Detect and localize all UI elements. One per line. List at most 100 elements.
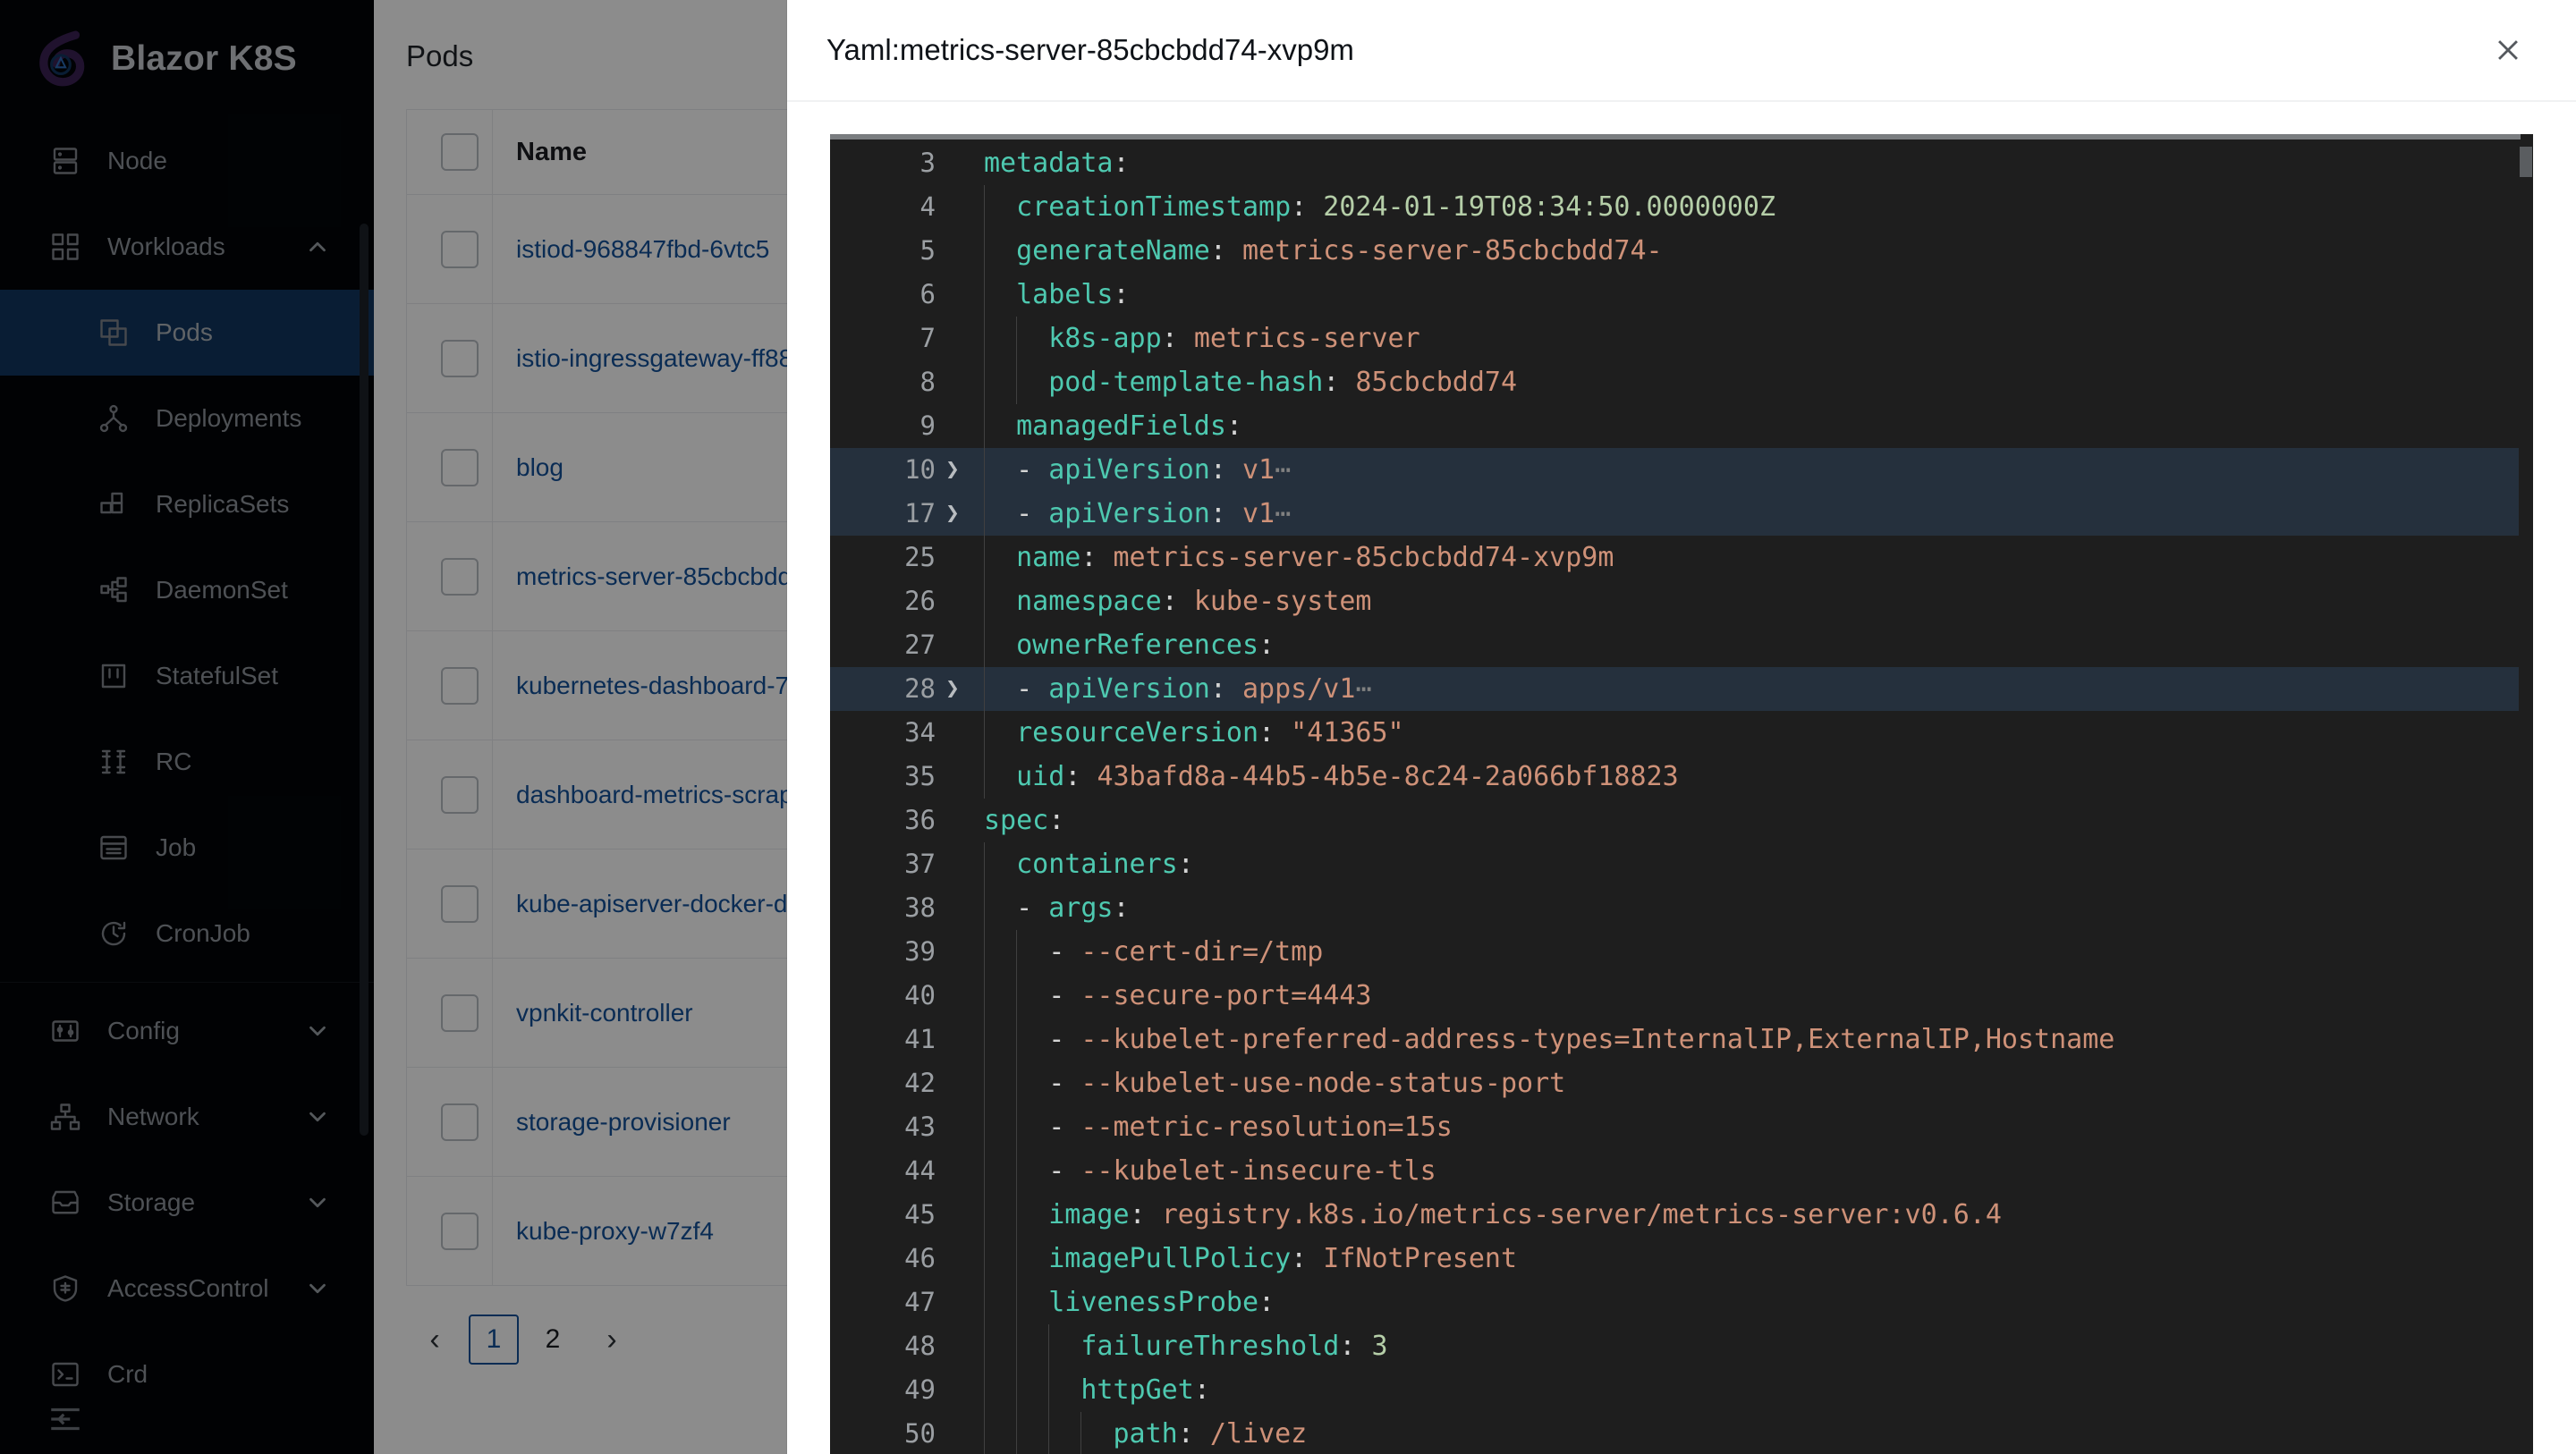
indent-guide (984, 930, 985, 974)
editor-horizontal-scrollbar[interactable] (830, 134, 2521, 139)
editor-line[interactable]: 42 - --kubelet-use-node-status-port (830, 1061, 2519, 1105)
close-icon[interactable] (2483, 25, 2533, 75)
indent-guide (1016, 1324, 1017, 1368)
indent-guide (984, 448, 985, 492)
indent-guide (984, 185, 985, 229)
editor-code[interactable]: 3 metadata: 4 creationTimestamp: 2024-01-1… (830, 141, 2519, 1454)
line-number: 6 (919, 279, 936, 309)
editor-line[interactable]: 26 namespace: kube-system (830, 579, 2519, 623)
editor-vertical-scrollbar[interactable] (2519, 139, 2533, 1454)
indent-guide (984, 1368, 985, 1412)
fold-arrow-icon[interactable]: ❯ (936, 492, 970, 536)
editor-line[interactable]: 17 ❯ - apiVersion: v1⋯ (830, 492, 2519, 536)
line-number: 9 (919, 410, 936, 441)
editor-line[interactable]: 39 - --cert-dir=/tmp (830, 930, 2519, 974)
line-content: spec: (984, 805, 1065, 836)
indent-guide (1016, 1061, 1017, 1105)
editor-line[interactable]: 10 ❯ - apiVersion: v1⋯ (830, 448, 2519, 492)
line-number: 34 (904, 717, 936, 748)
editor-line[interactable]: 6 labels: (830, 273, 2519, 317)
line-number: 36 (904, 805, 936, 835)
line-number: 25 (904, 542, 936, 572)
line-content: - apiVersion: apps/v1⋯ (984, 673, 1372, 705)
line-number: 7 (919, 323, 936, 353)
indent-guide (984, 623, 985, 667)
editor-line[interactable]: 45 image: registry.k8s.io/metrics-server… (830, 1193, 2519, 1237)
editor-line[interactable]: 35 uid: 43bafd8a-44b5-4b5e-8c24-2a066bf1… (830, 755, 2519, 799)
editor-line[interactable]: 8 pod-template-hash: 85cbcbdd74 (830, 360, 2519, 404)
line-number: 27 (904, 630, 936, 660)
line-number: 35 (904, 761, 936, 791)
line-content: httpGet: (984, 1374, 1210, 1406)
editor-line[interactable]: 47 livenessProbe: (830, 1281, 2519, 1324)
indent-guide (1016, 1237, 1017, 1281)
editor-line[interactable]: 41 - --kubelet-preferred-address-types=I… (830, 1018, 2519, 1061)
editor-line[interactable]: 34 resourceVersion: "41365" (830, 711, 2519, 755)
indent-guide (1016, 1281, 1017, 1324)
indent-guide (984, 842, 985, 886)
line-content: - apiVersion: v1⋯ (984, 498, 1292, 529)
editor-line[interactable]: 3 metadata: (830, 141, 2519, 185)
line-number: 40 (904, 980, 936, 1010)
editor-line[interactable]: 5 generateName: metrics-server-85cbcbdd7… (830, 229, 2519, 273)
line-content: metadata: (984, 148, 1130, 179)
editor-line[interactable]: 37 containers: (830, 842, 2519, 886)
editor-line[interactable]: 28 ❯ - apiVersion: apps/v1⋯ (830, 667, 2519, 711)
line-number: 45 (904, 1199, 936, 1230)
line-number: 49 (904, 1374, 936, 1405)
modal-header-divider (787, 100, 2576, 102)
editor-line[interactable]: 25 name: metrics-server-85cbcbdd74-xvp9m (830, 536, 2519, 579)
indent-guide (984, 974, 985, 1018)
line-content: managedFields: (984, 410, 1242, 442)
line-number: 26 (904, 586, 936, 616)
indent-guide (1016, 930, 1017, 974)
line-content: imagePullPolicy: IfNotPresent (984, 1243, 1518, 1274)
indent-guide (1016, 974, 1017, 1018)
editor-line[interactable]: 7 k8s-app: metrics-server (830, 317, 2519, 360)
editor-line[interactable]: 43 - --metric-resolution=15s (830, 1105, 2519, 1149)
line-content: - apiVersion: v1⋯ (984, 454, 1292, 486)
indent-guide (984, 711, 985, 755)
line-content: k8s-app: metrics-server (984, 323, 1420, 354)
line-content: livenessProbe: (984, 1287, 1275, 1318)
modal-header: Yaml:metrics-server-85cbcbdd74-xvp9m (787, 0, 2576, 100)
editor-line[interactable]: 48 failureThreshold: 3 (830, 1324, 2519, 1368)
line-number: 10 (904, 454, 936, 485)
indent-guide (984, 1412, 985, 1454)
line-number: 28 (904, 673, 936, 704)
editor-line[interactable]: 27 ownerReferences: (830, 623, 2519, 667)
line-content: uid: 43bafd8a-44b5-4b5e-8c24-2a066bf1882… (984, 761, 1679, 792)
line-content: - --kubelet-insecure-tls (984, 1155, 1436, 1187)
editor-line[interactable]: 49 httpGet: (830, 1368, 2519, 1412)
indent-guide (984, 229, 985, 273)
indent-guide (1016, 360, 1017, 404)
line-content: ownerReferences: (984, 630, 1275, 661)
fold-arrow-icon[interactable]: ❯ (936, 448, 970, 492)
indent-guide (984, 1324, 985, 1368)
indent-guide (984, 1061, 985, 1105)
indent-guide (1048, 1368, 1049, 1412)
line-content: path: /livez (984, 1418, 1308, 1450)
line-content: image: registry.k8s.io/metrics-server/me… (984, 1199, 2002, 1230)
indent-guide (984, 273, 985, 317)
fold-arrow-icon[interactable]: ❯ (936, 667, 970, 711)
editor-line[interactable]: 36 spec: (830, 799, 2519, 842)
line-content: failureThreshold: 3 (984, 1331, 1388, 1362)
line-content: - --kubelet-preferred-address-types=Inte… (984, 1024, 2115, 1055)
indent-guide (984, 1237, 985, 1281)
editor-line[interactable]: 46 imagePullPolicy: IfNotPresent (830, 1237, 2519, 1281)
line-number: 17 (904, 498, 936, 528)
editor-line[interactable]: 44 - --kubelet-insecure-tls (830, 1149, 2519, 1193)
indent-guide (984, 1105, 985, 1149)
indent-guide (1016, 1193, 1017, 1237)
editor-line[interactable]: 50 path: /livez (830, 1412, 2519, 1454)
editor-line[interactable]: 9 managedFields: (830, 404, 2519, 448)
editor-line[interactable]: 40 - --secure-port=4443 (830, 974, 2519, 1018)
editor-line[interactable]: 4 creationTimestamp: 2024-01-19T08:34:50… (830, 185, 2519, 229)
indent-guide (984, 404, 985, 448)
indent-guide (984, 755, 985, 799)
editor-scroll-thumb[interactable] (2520, 147, 2532, 177)
editor-line[interactable]: 38 - args: (830, 886, 2519, 930)
yaml-editor[interactable]: 3 metadata: 4 creationTimestamp: 2024-01-1… (830, 134, 2533, 1454)
indent-guide (1016, 1105, 1017, 1149)
